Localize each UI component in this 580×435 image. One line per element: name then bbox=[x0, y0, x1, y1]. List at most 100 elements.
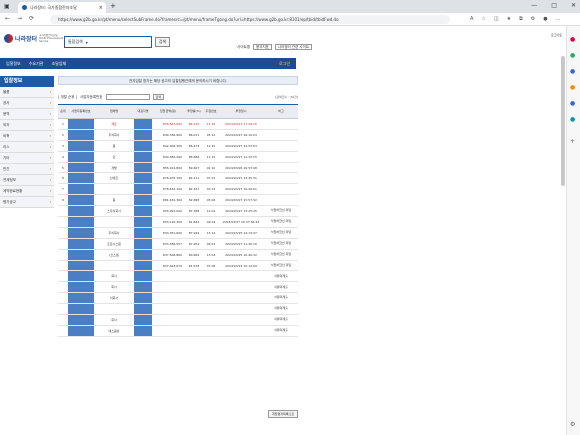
sidebar-item[interactable]: 민간 › bbox=[0, 164, 54, 175]
nav-item-supplier[interactable]: 조달업체 bbox=[51, 61, 66, 67]
table-row[interactable]: 회사 서류미제출 bbox=[58, 270, 298, 283]
cell-firm[interactable]: 식회사 bbox=[94, 292, 134, 305]
logout-link[interactable]: 로그아웃 bbox=[551, 33, 562, 37]
cell-date: 2024/03/25 10:40:32 bbox=[218, 249, 264, 261]
split-screen-icon[interactable]: ◫ bbox=[494, 16, 499, 22]
table-row[interactable]: [신스템 837,508,860 80.969 15 04 2024/03/25 10:… bbox=[58, 249, 298, 261]
table-row[interactable]: 837,623,670 81.978 07 06 2024/03/22 10:14:0… bbox=[58, 260, 298, 272]
cell-firm[interactable]: 프로시스템 bbox=[94, 238, 134, 250]
back-icon[interactable]: ← bbox=[5, 15, 10, 22]
table-row[interactable]: 3 원 842,306,300 86.473 12 15 2024/03/27 12:53… bbox=[58, 140, 298, 152]
cell-reg bbox=[68, 151, 94, 163]
nav-item-bid[interactable]: 입찰정보 bbox=[6, 61, 21, 67]
cell-firm[interactable]: 회사 bbox=[94, 281, 134, 294]
cell-firm[interactable]: 에스콤상 bbox=[94, 325, 134, 337]
site-logo[interactable]: 나라장터 국가종합전자조달 Public Procurement Service bbox=[4, 34, 65, 43]
sidebar-item[interactable]: 기타 › bbox=[0, 153, 54, 164]
url-field[interactable]: https://www.g2b.go.kr/pt/menu/selectSubF… bbox=[50, 15, 450, 24]
add-icon[interactable]: + bbox=[570, 138, 575, 145]
search-option[interactable]: 통합검색 bbox=[68, 39, 83, 45]
table-row[interactable]: 회사 서류미제출 bbox=[58, 314, 298, 326]
cell-firm[interactable] bbox=[94, 260, 134, 272]
sidebar-app-icon[interactable]: ● bbox=[570, 36, 575, 43]
table-row[interactable]: 서류미제출 bbox=[58, 303, 298, 316]
page-scrollbar[interactable] bbox=[561, 56, 565, 186]
refresh-icon[interactable]: ⟳ bbox=[29, 15, 34, 22]
sidebar-item[interactable]: 외자 › bbox=[0, 120, 54, 131]
cell-rate: 87.788 bbox=[184, 205, 204, 218]
cell-firm[interactable]: [신스템 bbox=[94, 249, 134, 261]
sidebar-app-icon[interactable]: ● bbox=[570, 52, 575, 59]
table-row[interactable]: 2 주식회사 840,780,900 86.011 05 12 2024/03/27 16… bbox=[58, 129, 298, 141]
forward-icon[interactable]: → bbox=[17, 15, 22, 22]
cell-firm[interactable]: 개발 bbox=[94, 162, 134, 174]
close-window-icon[interactable]: ✕ bbox=[571, 2, 576, 9]
sidebar-app-icon[interactable]: ● bbox=[570, 116, 575, 123]
cell-firm[interactable]: 원 bbox=[94, 140, 134, 152]
sidebar-item[interactable]: 평가공고 › bbox=[0, 197, 54, 208]
sitemap-label[interactable]: ·사이트맵 bbox=[236, 45, 250, 50]
cell-firm[interactable] bbox=[94, 303, 134, 316]
back-to-list-button[interactable]: 개찰결과목록으로 bbox=[268, 410, 299, 418]
cell-firm[interactable]: 스주식회사 bbox=[94, 205, 134, 218]
table-row[interactable]: 4 단 844,384,290 86.686 11 15 2024/03/27 11:32… bbox=[58, 151, 298, 163]
extensions-icon[interactable]: ⚙ bbox=[531, 16, 535, 22]
settings-icon[interactable]: ⚙ bbox=[570, 421, 575, 428]
table-row[interactable]: 7 878,632,194 82.327 03 12 2024/03/27 10:29:… bbox=[58, 183, 298, 196]
close-tab-icon[interactable]: × bbox=[99, 5, 103, 11]
site-select-2[interactable]: 나라장터 관련 사이트 bbox=[274, 44, 313, 50]
sidebar-app-icon[interactable]: ● bbox=[570, 100, 575, 107]
read-aloud-icon[interactable]: A bbox=[470, 16, 473, 22]
table-row[interactable]: 스주식회사 835,997,000 87.788 12 04 2024/03/27 13… bbox=[58, 205, 298, 218]
filter-input[interactable] bbox=[105, 94, 150, 100]
cell-firm[interactable] bbox=[94, 183, 134, 196]
search-button[interactable]: 검색 bbox=[155, 37, 170, 47]
table-row[interactable]: 833,110,300 81.824 09 04 2024/03/27 20:37:3… bbox=[58, 216, 298, 228]
table-row[interactable]: 에스콤상 서류미제출 bbox=[58, 325, 298, 337]
table-row[interactable]: 식회사 서류미제출 bbox=[58, 292, 298, 305]
cell-firm[interactable]: 산에프 bbox=[94, 172, 134, 185]
cell-firm[interactable] bbox=[94, 216, 134, 228]
sidebar-item[interactable]: 연계정보 › bbox=[0, 175, 54, 186]
sidebar-item[interactable]: 용역 › bbox=[0, 109, 54, 120]
maximize-icon[interactable]: □ bbox=[551, 2, 557, 9]
table-row[interactable]: 주식회사 833,351,600 87.949 15 14 2024/03/25 14:… bbox=[58, 227, 298, 239]
search-box[interactable]: 통합검색 ▾ bbox=[64, 36, 152, 48]
site-selectors: ·사이트맵 용국지표 나라장터 관련 사이트 bbox=[236, 44, 313, 50]
table-row[interactable]: 1 계토 835,823,000 86.125 11 15 2024/03/27 17:4… bbox=[58, 118, 298, 130]
cell-firm[interactable]: 주식회사 bbox=[94, 227, 134, 239]
sidebar-item[interactable]: 비축 › bbox=[0, 131, 54, 142]
cell-firm[interactable]: 주식회사 bbox=[94, 129, 134, 141]
minimize-icon[interactable]: — bbox=[531, 2, 537, 9]
favorites-list-icon[interactable]: ★ bbox=[507, 16, 511, 22]
more-icon[interactable]: … bbox=[556, 16, 561, 22]
site-select-1[interactable]: 용국지표 bbox=[253, 44, 272, 50]
cell-firm[interactable]: 종 bbox=[94, 194, 134, 207]
new-tab-icon[interactable]: + bbox=[110, 2, 116, 10]
sidebar-app-icon[interactable]: ● bbox=[570, 84, 575, 91]
sidebar-item[interactable]: 물품 › bbox=[0, 87, 54, 98]
table-row[interactable]: 8 종 881,632,300 82.688 05 06 2024/03/27 15:57… bbox=[58, 194, 298, 207]
table-row[interactable]: 프로시스템 833,358,557 87.954 06 03 2024/03/27 11… bbox=[58, 238, 298, 250]
browser-tab[interactable]: 나라장터: 국가종합전자조달 × bbox=[18, 2, 106, 13]
sidebar-item[interactable]: 공사 › bbox=[0, 98, 54, 109]
sidebar-item[interactable]: 계약완료현황 › bbox=[0, 186, 54, 197]
filter-search-button[interactable]: 검색 bbox=[152, 94, 165, 100]
table-row[interactable]: 회사 서류미제출 bbox=[58, 281, 298, 294]
cell-firm[interactable]: 회사 bbox=[94, 270, 134, 283]
cell-firm[interactable]: 회사 bbox=[94, 314, 134, 326]
tab-actions-icon[interactable]: ▣ bbox=[4, 3, 10, 10]
cell-firm[interactable]: 단 bbox=[94, 151, 134, 163]
sidebar-app-icon[interactable]: ● bbox=[570, 68, 575, 75]
table-row[interactable]: 5 개발 855,914,800 89.607 02 10 2024/03/26 16:5… bbox=[58, 162, 298, 174]
collections-icon[interactable]: ⧉ bbox=[519, 16, 523, 22]
sidebar-item[interactable]: 리스 › bbox=[0, 142, 54, 153]
table-row[interactable]: 6 산에프 876,975,700 82.111 07 01 2024/03/27 13:… bbox=[58, 172, 298, 185]
nav-item-agency[interactable]: 수요기관 bbox=[29, 61, 44, 67]
nav-login[interactable]: 로그인 bbox=[279, 61, 290, 67]
chevron-down-icon[interactable]: ▾ bbox=[86, 40, 88, 45]
profile-icon[interactable]: ● bbox=[543, 16, 547, 22]
favorite-icon[interactable]: ☆ bbox=[481, 16, 485, 22]
notice-banner: 전자입찰 참가는 해당 공고의 입찰집행관에게 문의하시기 바랍니다. bbox=[58, 76, 298, 85]
cell-firm[interactable]: 계토 bbox=[94, 118, 134, 130]
